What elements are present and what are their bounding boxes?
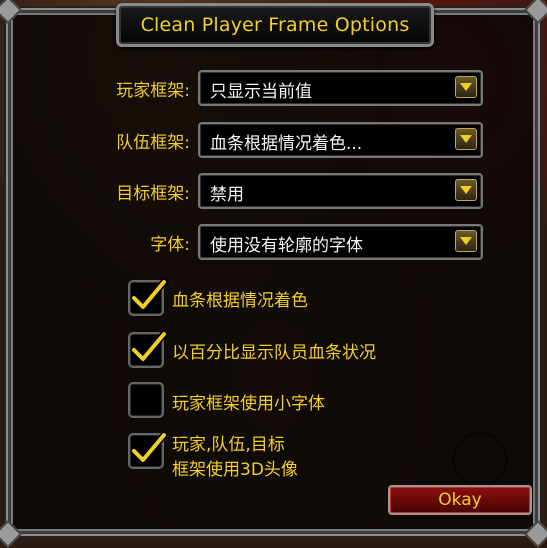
health-color-label: 血条根据情况着色 [172,291,308,311]
small-font-label: 玩家框架使用小字体 [172,394,325,414]
font-row: 字体: [0,224,190,256]
target-frame-dropdown[interactable]: 禁用 [198,173,483,209]
small-font-checkbox[interactable] [128,382,164,418]
party-percent-label: 以百分比显示队员血条状况 [172,343,376,363]
party-frame-row: 队伍框架: [0,122,190,154]
title-plate: Clean Player Frame Options [116,3,434,47]
watermark-logo [452,432,508,488]
3d-portrait-label-line2: 框架使用3D头像 [172,460,298,480]
checkmark-icon [130,431,168,464]
window-title: Clean Player Frame Options [140,14,410,36]
okay-label: Okay [438,490,482,510]
target-frame-label: 目标框架: [116,184,190,204]
font-value: 使用没有轮廓的字体 [210,236,363,256]
party-frame-value: 血条根据情况着色... [210,134,363,154]
chevron-down-icon[interactable] [455,230,477,252]
party-frame-dropdown[interactable]: 血条根据情况着色... [198,122,483,158]
party-frame-label: 队伍框架: [116,133,190,153]
checkmark-icon [130,330,168,363]
player-frame-dropdown[interactable]: 只显示当前值 [198,70,483,106]
chevron-down-icon[interactable] [455,76,477,98]
target-frame-row: 目标框架: [0,173,190,205]
checkmark-icon [130,278,168,311]
party-percent-checkbox[interactable] [128,330,168,368]
corner-ornament [0,519,23,548]
chevron-down-icon[interactable] [455,128,477,150]
font-dropdown[interactable]: 使用没有轮廓的字体 [198,224,483,260]
health-color-checkbox[interactable] [128,278,168,316]
chevron-down-icon[interactable] [455,179,477,201]
player-frame-label: 玩家框架: [116,81,190,101]
3d-portrait-checkbox[interactable] [128,431,168,469]
font-label: 字体: [150,235,190,255]
target-frame-value: 禁用 [210,185,244,205]
okay-button[interactable]: Okay [388,485,532,515]
player-frame-value: 只显示当前值 [210,82,312,102]
3d-portrait-label-line1: 玩家,队伍,目标 [172,435,285,455]
player-frame-row: 玩家框架: [0,70,190,102]
